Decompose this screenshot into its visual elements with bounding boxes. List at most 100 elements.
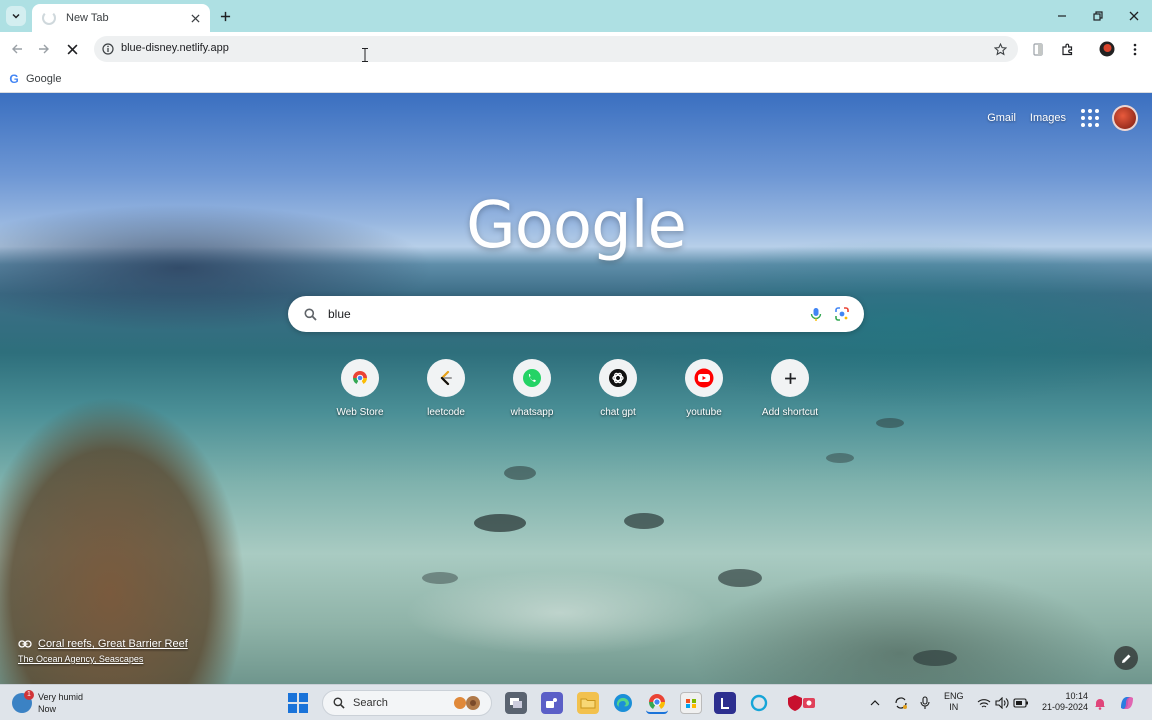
restore-button[interactable] bbox=[1080, 0, 1116, 32]
snipping-tool-icon[interactable] bbox=[798, 692, 820, 714]
tab-close-button[interactable] bbox=[188, 11, 202, 25]
close-window-button[interactable] bbox=[1116, 0, 1152, 32]
window-controls bbox=[1044, 0, 1152, 32]
stop-loading-button[interactable] bbox=[62, 39, 82, 59]
search-box[interactable]: blue bbox=[288, 296, 864, 332]
extensions-button[interactable] bbox=[1058, 40, 1076, 58]
sync-icon[interactable] bbox=[892, 693, 910, 713]
youtube-icon bbox=[694, 368, 714, 388]
teams-icon[interactable] bbox=[541, 692, 563, 714]
browser-menu-button[interactable] bbox=[1126, 40, 1144, 58]
chevron-up-icon bbox=[870, 700, 880, 706]
image-search-button[interactable] bbox=[834, 306, 850, 322]
close-icon bbox=[1129, 11, 1139, 21]
back-button[interactable] bbox=[7, 39, 27, 59]
google-logo: Google bbox=[466, 189, 687, 263]
attribution-title-link[interactable]: Coral reefs, Great Barrier Reef bbox=[18, 638, 188, 650]
microsoft-store-icon[interactable] bbox=[680, 692, 702, 714]
file-explorer-icon[interactable] bbox=[577, 692, 599, 714]
images-link[interactable]: Images bbox=[1030, 112, 1066, 124]
weather-text: Very humid Now bbox=[38, 691, 83, 715]
weather-condition: Very humid bbox=[38, 692, 84, 702]
copilot-icon[interactable] bbox=[1116, 693, 1138, 713]
language-indicator[interactable]: ENG IN bbox=[944, 691, 964, 713]
shortcut-label: Add shortcut bbox=[761, 407, 819, 418]
weather-time: Now bbox=[38, 704, 57, 714]
arrow-right-icon bbox=[39, 44, 49, 54]
tab-strip: New Tab bbox=[0, 0, 1152, 32]
profile-button[interactable] bbox=[1098, 40, 1116, 58]
edge-icon[interactable] bbox=[612, 692, 634, 714]
bookmark-google[interactable]: G Google bbox=[8, 71, 61, 87]
clock-date: 21-09-2024 bbox=[1041, 702, 1088, 712]
address-bar-url: blue-disney.netlify.app bbox=[121, 42, 229, 54]
account-avatar[interactable] bbox=[1112, 105, 1138, 131]
wifi-icon[interactable] bbox=[976, 693, 992, 713]
shortcut-icon-container bbox=[427, 359, 465, 397]
ntp-top-bar: Gmail Images bbox=[987, 105, 1152, 131]
tab-title: New Tab bbox=[66, 12, 109, 24]
volume-icon[interactable] bbox=[994, 693, 1010, 713]
shortcut-whatsapp[interactable]: whatsapp bbox=[490, 358, 574, 426]
google-apps-icon[interactable] bbox=[1080, 108, 1100, 128]
new-tab-button[interactable] bbox=[216, 7, 234, 25]
language-code: ENG bbox=[944, 691, 964, 701]
gmail-link[interactable]: Gmail bbox=[987, 112, 1016, 124]
bookmark-star-button[interactable] bbox=[992, 41, 1008, 57]
l-app-icon[interactable] bbox=[714, 692, 736, 714]
shortcut-icon-container bbox=[513, 359, 551, 397]
shortcut-icon-container bbox=[599, 359, 637, 397]
shortcut-web-store[interactable]: Web Store bbox=[318, 358, 402, 426]
search-icon bbox=[333, 697, 345, 709]
search-highlight-icon bbox=[454, 696, 480, 710]
site-info-button[interactable] bbox=[100, 41, 116, 57]
forward-button[interactable] bbox=[34, 39, 54, 59]
search-input[interactable]: blue bbox=[328, 307, 351, 321]
google-g-icon: G bbox=[9, 72, 19, 86]
cortana-icon[interactable] bbox=[748, 692, 770, 714]
chrome-icon[interactable] bbox=[646, 692, 668, 714]
battery-icon[interactable] bbox=[1012, 693, 1030, 713]
more-vertical-icon bbox=[1133, 43, 1137, 55]
attribution-title: Coral reefs, Great Barrier Reef bbox=[38, 638, 188, 650]
attribution-subtitle[interactable]: The Ocean Agency, Seascapes bbox=[18, 654, 188, 664]
shortcut-chat-gpt[interactable]: chat gpt bbox=[576, 358, 660, 426]
weather-widget[interactable]: 1 Very humid Now bbox=[12, 689, 83, 717]
add-shortcut-button[interactable]: Add shortcut bbox=[748, 358, 832, 426]
minimize-button[interactable] bbox=[1044, 0, 1080, 32]
tab-new-tab[interactable]: New Tab bbox=[32, 4, 210, 32]
task-view-icon[interactable] bbox=[505, 692, 527, 714]
show-hidden-icons-button[interactable] bbox=[868, 693, 882, 713]
shortcut-leetcode[interactable]: leetcode bbox=[404, 358, 488, 426]
taskbar-search[interactable]: Search bbox=[322, 690, 492, 716]
text-cursor-icon bbox=[362, 48, 368, 62]
address-bar[interactable]: blue-disney.netlify.app bbox=[94, 36, 1018, 62]
search-icon bbox=[302, 306, 318, 322]
link-icon bbox=[18, 640, 32, 648]
tab-search-button[interactable] bbox=[6, 6, 26, 26]
shortcuts-grid: Web Store leetcode whatsapp chat gpt you… bbox=[318, 358, 838, 428]
customize-chrome-button[interactable] bbox=[1114, 646, 1138, 670]
shortcut-label: leetcode bbox=[427, 407, 465, 418]
whatsapp-icon bbox=[523, 369, 541, 387]
plus-icon bbox=[784, 372, 796, 384]
shortcut-label: Web Store bbox=[336, 407, 384, 418]
weather-humidity-icon: 1 bbox=[12, 690, 34, 713]
star-icon bbox=[993, 42, 1007, 55]
bookmarks-bar: G Google bbox=[0, 66, 1152, 93]
system-clock[interactable]: 10:14 21-09-2024 bbox=[1038, 691, 1088, 713]
background-attribution: Coral reefs, Great Barrier Reef The Ocea… bbox=[18, 638, 188, 664]
leetcode-icon bbox=[440, 370, 452, 386]
voice-search-button[interactable] bbox=[808, 306, 824, 322]
taskbar-search-label: Search bbox=[353, 697, 388, 709]
arrow-left-icon bbox=[12, 44, 22, 54]
notifications-button[interactable] bbox=[1092, 693, 1108, 713]
notification-badge: 1 bbox=[24, 690, 34, 700]
reading-mode-button[interactable] bbox=[1029, 40, 1047, 58]
shortcut-youtube[interactable]: youtube bbox=[662, 358, 746, 426]
shortcut-icon-container bbox=[685, 359, 723, 397]
windows-taskbar: 1 Very humid Now Search ENG IN 10:14 21-… bbox=[0, 684, 1152, 720]
start-button[interactable] bbox=[288, 693, 308, 713]
close-icon bbox=[67, 44, 77, 54]
microphone-tray-icon[interactable] bbox=[917, 693, 933, 713]
